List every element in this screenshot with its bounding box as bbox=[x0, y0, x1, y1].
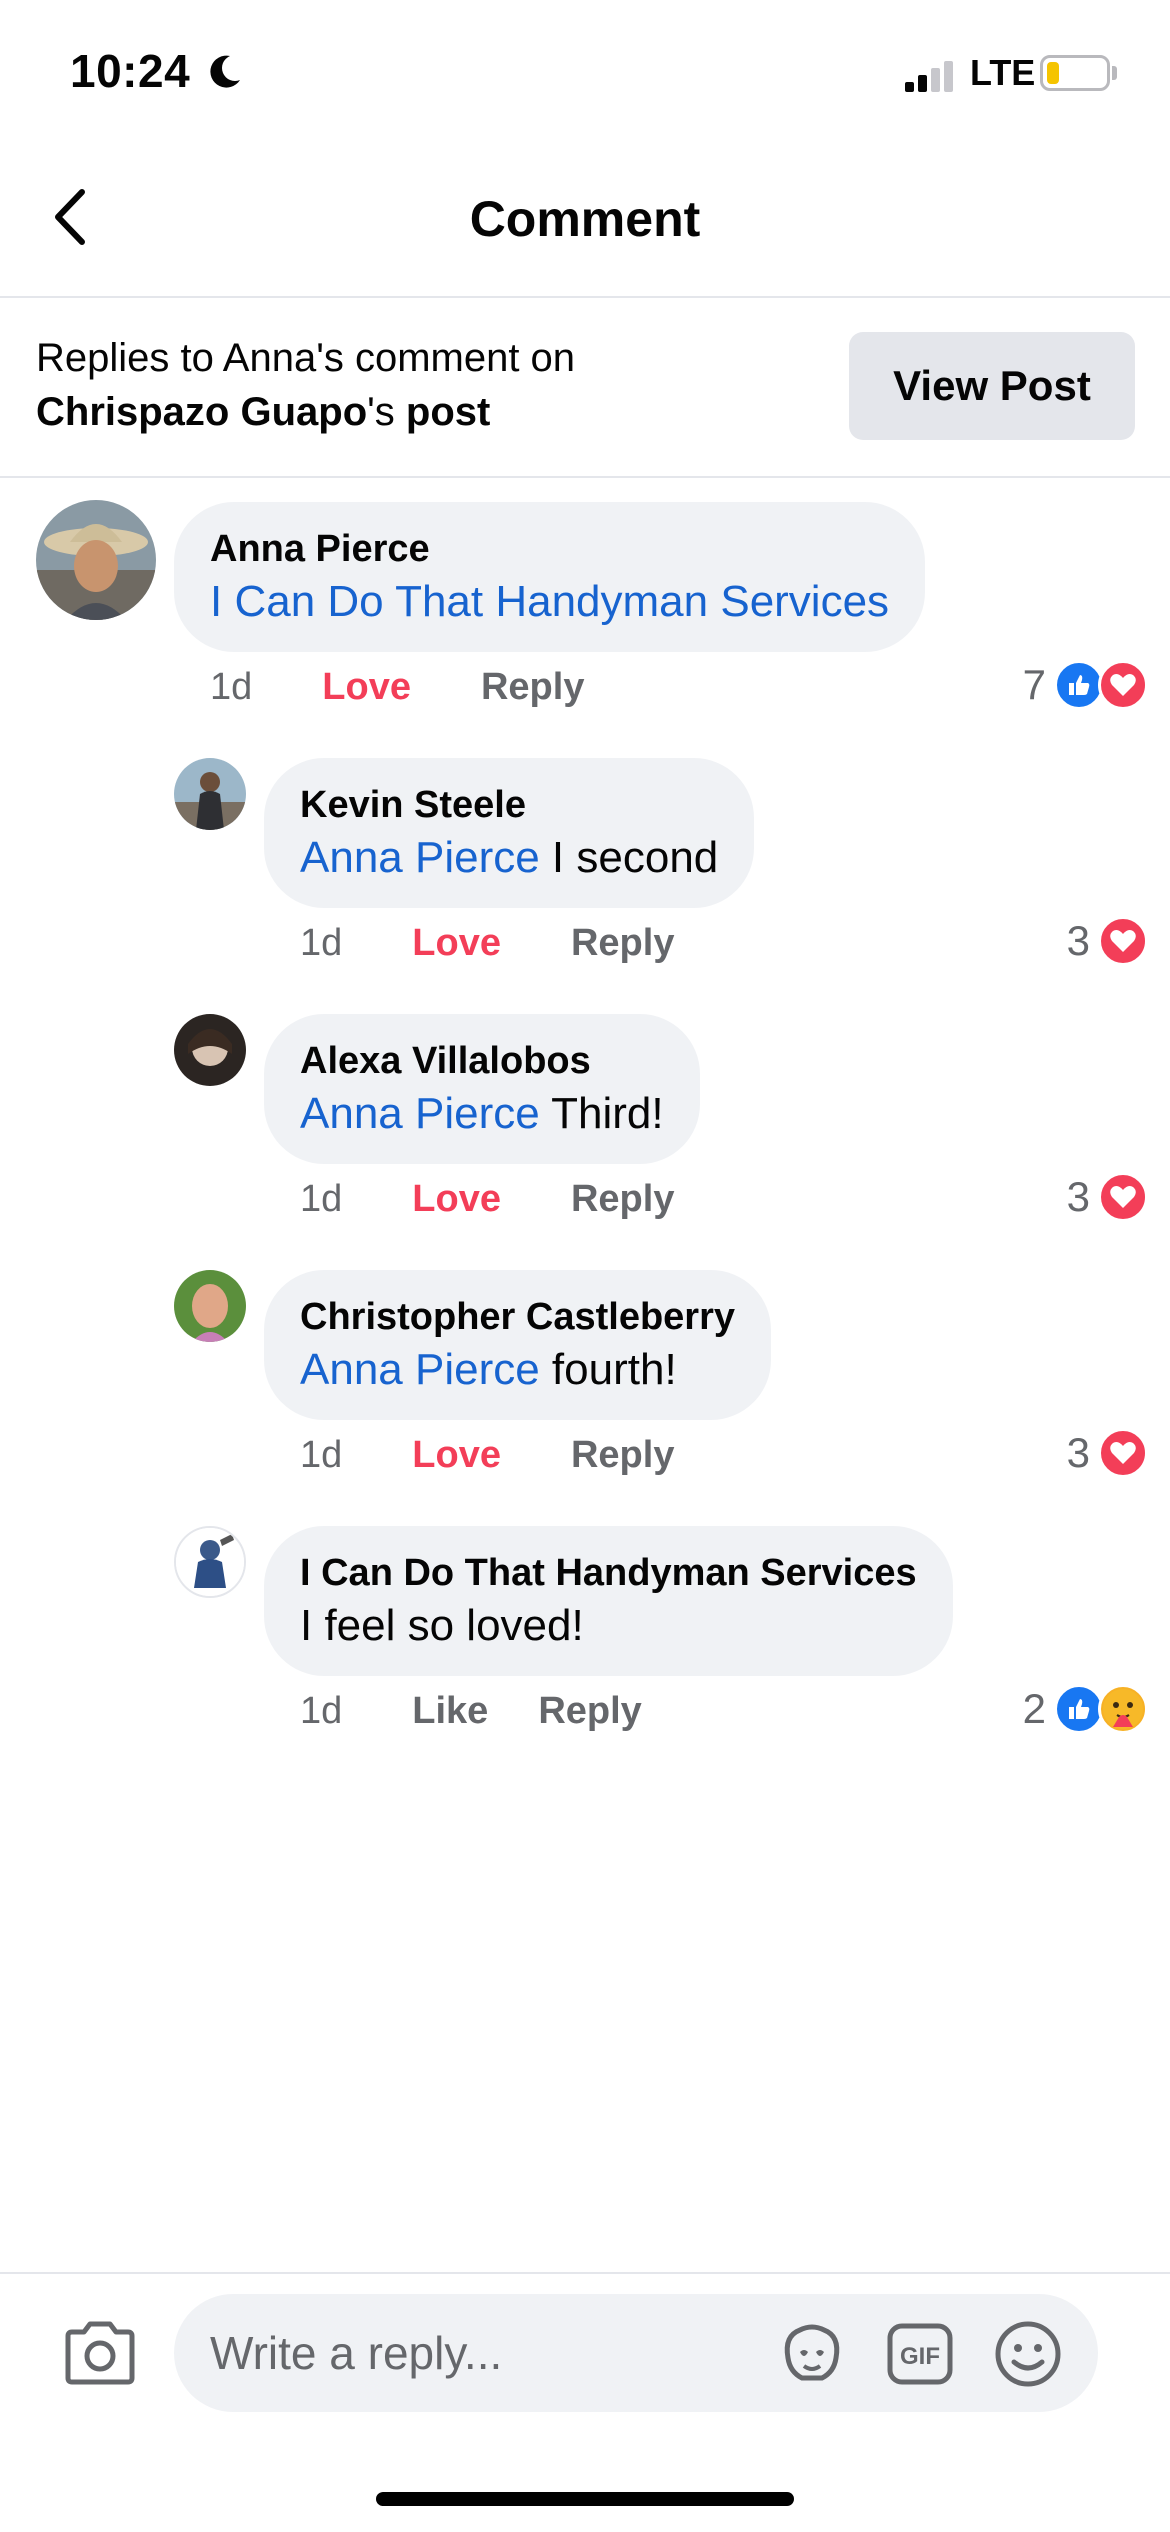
avatar[interactable] bbox=[174, 1014, 246, 1086]
comment-time: 1d bbox=[210, 666, 253, 708]
comment-text: Anna Pierce Third! bbox=[300, 1086, 664, 1142]
reaction-summary[interactable]: 3 bbox=[1067, 916, 1148, 966]
comment-mention[interactable]: Anna Pierce bbox=[300, 833, 540, 882]
svg-text:GIF: GIF bbox=[900, 2343, 940, 2370]
post-link[interactable]: post bbox=[406, 390, 490, 434]
love-icon bbox=[1098, 916, 1148, 966]
network-label: LTE bbox=[970, 52, 1036, 93]
comment-author[interactable]: I Can Do That Handyman Services bbox=[300, 1548, 917, 1598]
love-icon bbox=[1098, 1172, 1148, 1222]
reply-button[interactable]: Reply bbox=[538, 1690, 641, 1733]
comment-author[interactable]: Christopher Castleberry bbox=[300, 1292, 735, 1342]
like-icon bbox=[1054, 660, 1104, 710]
post-owner-link[interactable]: Chrispazo Guapo bbox=[36, 390, 367, 434]
status-time: 10:24 bbox=[70, 45, 191, 97]
reaction-count: 7 bbox=[1022, 661, 1046, 708]
home-indicator bbox=[376, 2492, 794, 2506]
reply-button[interactable]: Reply bbox=[571, 1178, 674, 1221]
avatar[interactable] bbox=[174, 1270, 246, 1342]
love-button[interactable]: Love bbox=[412, 1434, 501, 1477]
reply-input[interactable] bbox=[174, 2294, 1098, 2412]
avatar[interactable] bbox=[174, 1526, 246, 1598]
comment-time: 1d bbox=[300, 1434, 343, 1476]
reaction-summary[interactable]: 7 bbox=[1023, 660, 1148, 710]
avatar-sticker-icon[interactable] bbox=[776, 2318, 848, 2390]
reply-button[interactable]: Reply bbox=[571, 922, 674, 965]
possessive-text: 's bbox=[367, 390, 395, 434]
reaction-summary[interactable]: 3 bbox=[1067, 1172, 1148, 1222]
status-bar: 10:24 LTE bbox=[0, 0, 1170, 140]
moon-icon bbox=[210, 55, 240, 88]
comment-actions: 1d Love Reply bbox=[210, 666, 654, 709]
comment-text: I Can Do That Handyman Services bbox=[210, 574, 889, 630]
avatar[interactable] bbox=[36, 500, 156, 620]
reply-button[interactable]: Reply bbox=[481, 666, 584, 709]
comment-actions: 1d Love Reply bbox=[300, 922, 744, 965]
comment-actions: 1d Like Reply bbox=[300, 1690, 712, 1733]
comment-author[interactable]: Anna Pierce bbox=[210, 524, 889, 574]
love-icon bbox=[1098, 660, 1148, 710]
reaction-count: 3 bbox=[1066, 1429, 1090, 1476]
context-post-line: Chrispazo Guapo's post bbox=[36, 390, 490, 435]
comment-bubble[interactable]: Kevin Steele Anna Pierce I second bbox=[264, 758, 755, 908]
comment-body: Third! bbox=[539, 1089, 664, 1138]
comment-mention[interactable]: Anna Pierce bbox=[300, 1089, 540, 1138]
comment-screen: 10:24 LTE Comment Replies to Anna's comm… bbox=[0, 0, 1170, 2532]
comment-mention[interactable]: I Can Do That Handyman Services bbox=[210, 577, 889, 626]
comment-author[interactable]: Kevin Steele bbox=[300, 780, 718, 830]
comment-author[interactable]: Alexa Villalobos bbox=[300, 1036, 664, 1086]
comment-time: 1d bbox=[300, 1690, 343, 1732]
avatar[interactable] bbox=[174, 758, 246, 830]
emoji-icon[interactable] bbox=[992, 2318, 1064, 2390]
comment-body: fourth! bbox=[539, 1345, 677, 1394]
comment-actions: 1d Love Reply bbox=[300, 1434, 744, 1477]
gif-icon[interactable]: GIF bbox=[884, 2318, 956, 2390]
reaction-summary[interactable]: 2 bbox=[1023, 1684, 1148, 1734]
camera-icon[interactable] bbox=[62, 2320, 138, 2386]
comment-text: Anna Pierce I second bbox=[300, 830, 718, 886]
love-icon bbox=[1098, 1428, 1148, 1478]
reaction-count: 3 bbox=[1066, 1173, 1090, 1220]
love-button[interactable]: Love bbox=[322, 666, 411, 709]
comment-bubble[interactable]: I Can Do That Handyman Services I feel s… bbox=[264, 1526, 953, 1676]
signal-icon bbox=[905, 56, 955, 92]
reaction-summary[interactable]: 3 bbox=[1067, 1428, 1148, 1478]
header: Comment bbox=[0, 140, 1170, 298]
context-text: Replies to Anna's comment on bbox=[36, 336, 576, 380]
care-icon bbox=[1098, 1684, 1148, 1734]
comment-time: 1d bbox=[300, 1178, 343, 1220]
love-button[interactable]: Love bbox=[412, 922, 501, 965]
comment-body: I second bbox=[539, 833, 719, 882]
comment-bubble[interactable]: Christopher Castleberry Anna Pierce four… bbox=[264, 1270, 772, 1420]
reply-context: Replies to Anna's comment on Chrispazo G… bbox=[0, 300, 1170, 478]
comment-bubble[interactable]: Anna Pierce I Can Do That Handyman Servi… bbox=[174, 502, 926, 652]
comment-time: 1d bbox=[300, 922, 343, 964]
battery-icon bbox=[1040, 55, 1110, 91]
comment-text: Anna Pierce fourth! bbox=[300, 1342, 735, 1398]
battery-nub bbox=[1112, 66, 1117, 80]
comment-mention[interactable]: Anna Pierce bbox=[300, 1345, 540, 1394]
reply-composer: GIF bbox=[0, 2272, 1170, 2532]
like-button[interactable]: Like bbox=[412, 1690, 488, 1733]
comment-actions: 1d Love Reply bbox=[300, 1178, 744, 1221]
like-icon bbox=[1054, 1684, 1104, 1734]
love-button[interactable]: Love bbox=[412, 1178, 501, 1221]
comment-text: I feel so loved! bbox=[300, 1601, 584, 1650]
view-post-button[interactable]: View Post bbox=[849, 332, 1135, 440]
reaction-count: 3 bbox=[1066, 917, 1090, 964]
reply-button[interactable]: Reply bbox=[571, 1434, 674, 1477]
reaction-count: 2 bbox=[1022, 1685, 1046, 1732]
comment-bubble[interactable]: Alexa Villalobos Anna Pierce Third! bbox=[264, 1014, 700, 1164]
page-title: Comment bbox=[469, 191, 701, 247]
